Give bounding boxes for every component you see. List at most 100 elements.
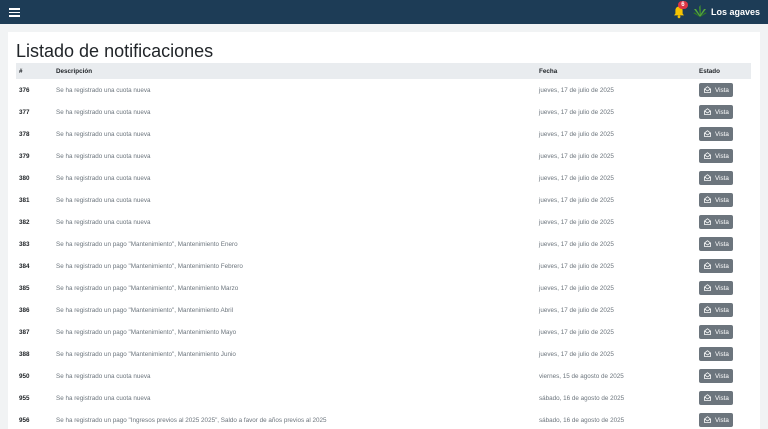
bell-icon[interactable]: 6 — [673, 1, 688, 19]
notification-description: Se ha registrado una cuota nueva — [56, 86, 151, 94]
notification-date: jueves, 17 de julio de 2025 — [539, 174, 614, 182]
table-header-row: # Descripción Fecha Estado — [16, 63, 751, 79]
column-header-status: Estado — [699, 67, 720, 75]
notification-description: Se ha registrado un pago "Mantenimiento"… — [56, 262, 243, 270]
notifications-table: # Descripción Fecha Estado 376 Se ha regi… — [16, 63, 751, 429]
notification-status: Vista — [696, 211, 751, 233]
envelope-open-icon — [704, 371, 711, 381]
vista-label: Vista — [715, 284, 729, 292]
vista-label: Vista — [715, 372, 729, 380]
vista-label: Vista — [715, 174, 729, 182]
table-row: 384 Se ha registrado un pago "Mantenimien… — [16, 255, 751, 277]
table-row: 379 Se ha registrado una cuota nueva jueve… — [16, 145, 751, 167]
vista-button[interactable]: Vista — [699, 105, 733, 119]
vista-button[interactable]: Vista — [699, 303, 733, 317]
vista-button[interactable]: Vista — [699, 259, 733, 273]
vista-button[interactable]: Vista — [699, 391, 733, 405]
vista-button[interactable]: Vista — [699, 149, 733, 163]
notification-description: Se ha registrado una cuota nueva — [56, 218, 151, 226]
notification-status: Vista — [696, 365, 751, 387]
vista-button[interactable]: Vista — [699, 347, 733, 361]
notification-id: 388 — [19, 350, 30, 358]
vista-label: Vista — [715, 130, 729, 138]
notification-status: Vista — [696, 277, 751, 299]
vista-label: Vista — [715, 152, 729, 160]
notification-status: Vista — [696, 145, 751, 167]
notification-id: 383 — [19, 240, 30, 248]
vista-label: Vista — [715, 240, 729, 248]
notification-date: viernes, 15 de agosto de 2025 — [539, 372, 624, 380]
vista-button[interactable]: Vista — [699, 237, 733, 251]
vista-button[interactable]: Vista — [699, 83, 733, 97]
brand-name: Los agaves — [710, 7, 760, 17]
notification-date: jueves, 17 de julio de 2025 — [539, 350, 614, 358]
notification-date: jueves, 17 de julio de 2025 — [539, 196, 614, 204]
notification-id: 956 — [19, 416, 30, 424]
table-row: 376 Se ha registrado una cuota nueva jueve… — [16, 79, 751, 101]
notification-id: 387 — [19, 328, 30, 336]
envelope-open-icon — [704, 349, 711, 359]
notification-date: jueves, 17 de julio de 2025 — [539, 306, 614, 314]
column-header-description: Descripción — [56, 67, 93, 75]
notification-id: 385 — [19, 284, 30, 292]
notification-description: Se ha registrado una cuota nueva — [56, 152, 151, 160]
vista-button[interactable]: Vista — [699, 281, 733, 295]
vista-label: Vista — [715, 306, 729, 314]
table-row: 387 Se ha registrado un pago "Mantenimien… — [16, 321, 751, 343]
table-row: 956 Se ha registrado un pago "Ingresos pr… — [16, 409, 751, 429]
vista-label: Vista — [715, 416, 729, 424]
notification-id: 377 — [19, 108, 30, 116]
brand[interactable]: Los agaves — [692, 5, 760, 19]
notification-description: Se ha registrado una cuota nueva — [56, 108, 151, 116]
notification-date: jueves, 17 de julio de 2025 — [539, 262, 614, 270]
notification-description: Se ha registrado un pago "Mantenimiento"… — [56, 284, 239, 292]
table-row: 382 Se ha registrado una cuota nueva jueve… — [16, 211, 751, 233]
envelope-open-icon — [704, 129, 711, 139]
vista-button[interactable]: Vista — [699, 171, 733, 185]
table-row: 950 Se ha registrado una cuota nueva viern… — [16, 365, 751, 387]
notification-description: Se ha registrado una cuota nueva — [56, 394, 151, 402]
notification-status: Vista — [696, 101, 751, 123]
notification-description: Se ha registrado una cuota nueva — [56, 196, 151, 204]
notification-id: 382 — [19, 218, 30, 226]
envelope-open-icon — [704, 239, 711, 249]
envelope-open-icon — [704, 151, 711, 161]
agave-logo-icon — [692, 5, 707, 19]
table-row: 380 Se ha registrado una cuota nueva jueve… — [16, 167, 751, 189]
notification-description: Se ha registrado una cuota nueva — [56, 130, 151, 138]
table-row: 381 Se ha registrado una cuota nueva jueve… — [16, 189, 751, 211]
notification-id: 950 — [19, 372, 30, 380]
vista-label: Vista — [715, 328, 729, 336]
column-header-number: # — [19, 67, 23, 75]
notification-date: jueves, 17 de julio de 2025 — [539, 86, 614, 94]
vista-label: Vista — [715, 196, 729, 204]
envelope-open-icon — [704, 393, 711, 403]
notification-status: Vista — [696, 343, 751, 365]
table-row: 386 Se ha registrado un pago "Mantenimien… — [16, 299, 751, 321]
vista-button[interactable]: Vista — [699, 215, 733, 229]
notification-description: Se ha registrado un pago "Mantenimiento"… — [56, 306, 234, 314]
vista-label: Vista — [715, 108, 729, 116]
notification-id: 381 — [19, 196, 30, 204]
notification-date: sábado, 16 de agosto de 2025 — [539, 394, 625, 402]
table-row: 378 Se ha registrado una cuota nueva jueve… — [16, 123, 751, 145]
table-row: 388 Se ha registrado un pago "Mantenimien… — [16, 343, 751, 365]
vista-button[interactable]: Vista — [699, 369, 733, 383]
vista-button[interactable]: Vista — [699, 193, 733, 207]
notification-id: 955 — [19, 394, 30, 402]
vista-button[interactable]: Vista — [699, 325, 733, 339]
vista-label: Vista — [715, 218, 729, 226]
notification-status: Vista — [696, 321, 751, 343]
notification-description: Se ha registrado un pago "Ingresos previ… — [56, 416, 327, 424]
table-row: 377 Se ha registrado una cuota nueva jueve… — [16, 101, 751, 123]
vista-label: Vista — [715, 350, 729, 358]
vista-button[interactable]: Vista — [699, 413, 733, 427]
notification-status: Vista — [696, 255, 751, 277]
notification-date: sábado, 16 de agosto de 2025 — [539, 416, 625, 424]
vista-label: Vista — [715, 86, 729, 94]
vista-label: Vista — [715, 262, 729, 270]
menu-icon[interactable] — [9, 7, 20, 17]
notification-id: 379 — [19, 152, 30, 160]
vista-button[interactable]: Vista — [699, 127, 733, 141]
notification-status: Vista — [696, 299, 751, 321]
